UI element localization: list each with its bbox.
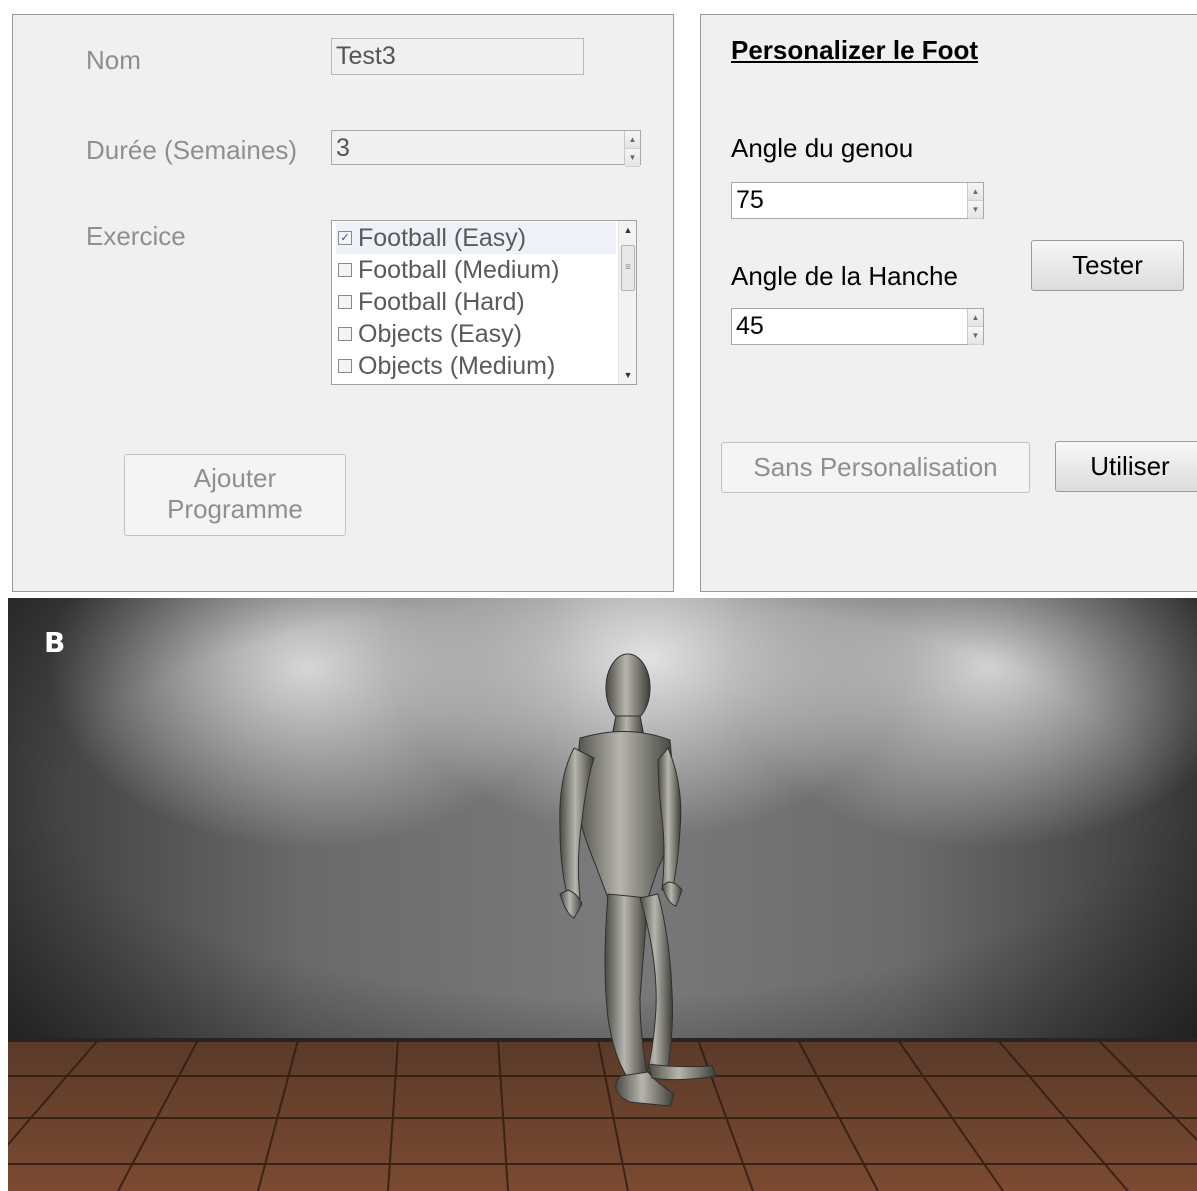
add-program-label-line2: Programme <box>167 494 303 524</box>
exercise-checklist[interactable]: ✓ Football (Easy) Football (Medium) Foot… <box>331 220 637 385</box>
checkbox-icon[interactable] <box>338 263 352 277</box>
spin-up-icon[interactable]: ▲ <box>968 183 983 201</box>
spin-down-icon[interactable]: ▼ <box>968 327 983 345</box>
nom-input[interactable]: Test3 <box>331 38 584 75</box>
spin-up-icon[interactable]: ▲ <box>968 309 983 327</box>
exercise-label: Football (Hard) <box>358 287 525 316</box>
scroll-down-icon[interactable]: ▼ <box>619 370 636 380</box>
list-item[interactable]: Football (Medium) <box>336 254 616 286</box>
hip-angle-value: 45 <box>736 312 764 340</box>
no-customization-button[interactable]: Sans Personalisation <box>721 442 1030 493</box>
list-item[interactable]: Objects (Medium) <box>336 350 616 382</box>
customize-panel: Personalizer le Foot Angle du genou 75 ▲… <box>700 14 1197 592</box>
scroll-up-icon[interactable]: ▲ <box>619 225 636 235</box>
duree-spin-buttons[interactable]: ▲ ▼ <box>624 131 640 167</box>
exercice-label: Exercice <box>86 221 186 251</box>
duree-label: Durée (Semaines) <box>86 135 297 165</box>
test-button[interactable]: Tester <box>1031 240 1184 291</box>
list-item[interactable]: Objects (Easy) <box>336 318 616 350</box>
list-item[interactable]: Football (Hard) <box>336 286 616 318</box>
list-item[interactable]: ✓ Football (Easy) <box>336 222 616 254</box>
add-program-button[interactable]: Ajouter Programme <box>124 454 346 536</box>
exercise-label: Football (Medium) <box>358 255 560 284</box>
hip-angle-stepper[interactable]: 45 ▲ ▼ <box>731 308 984 345</box>
avatar-3d-view <box>8 598 1197 1191</box>
spin-down-icon[interactable]: ▼ <box>625 149 640 167</box>
knee-spin-buttons[interactable]: ▲ ▼ <box>967 183 983 219</box>
program-form-panel: Nom Test3 Durée (Semaines) 3 ▲ ▼ Exercic… <box>12 14 674 592</box>
spin-up-icon[interactable]: ▲ <box>625 131 640 149</box>
hip-spin-buttons[interactable]: ▲ ▼ <box>967 309 983 345</box>
checkbox-icon[interactable] <box>338 359 352 373</box>
exercise-label: Objects (Medium) <box>358 351 556 380</box>
duree-value: 3 <box>336 134 350 162</box>
knee-angle-value: 75 <box>736 186 764 214</box>
scene-illustration <box>8 598 1197 1191</box>
knee-angle-label: Angle du genou <box>731 133 914 163</box>
checkbox-checked-icon[interactable]: ✓ <box>338 231 352 245</box>
checkbox-icon[interactable] <box>338 295 352 309</box>
nom-label: Nom <box>86 45 141 75</box>
panel-b-label: B <box>44 626 66 659</box>
exercise-label: Objects (Easy) <box>358 319 522 348</box>
spin-down-icon[interactable]: ▼ <box>968 201 983 219</box>
exercise-scrollbar[interactable]: ▲ ≡ ▼ <box>618 221 636 384</box>
scroll-thumb[interactable]: ≡ <box>621 245 635 291</box>
checkbox-icon[interactable] <box>338 327 352 341</box>
wooden-floor <box>8 1038 1197 1191</box>
section-title: Personalizer le Foot <box>731 35 979 65</box>
duree-stepper[interactable]: 3 ▲ ▼ <box>331 130 641 167</box>
knee-angle-stepper[interactable]: 75 ▲ ▼ <box>731 182 984 219</box>
add-program-label-line1: Ajouter <box>193 463 277 493</box>
use-button[interactable]: Utiliser <box>1055 441 1197 492</box>
exercise-label: Football (Easy) <box>358 223 527 252</box>
hip-angle-label: Angle de la Hanche <box>731 261 958 291</box>
